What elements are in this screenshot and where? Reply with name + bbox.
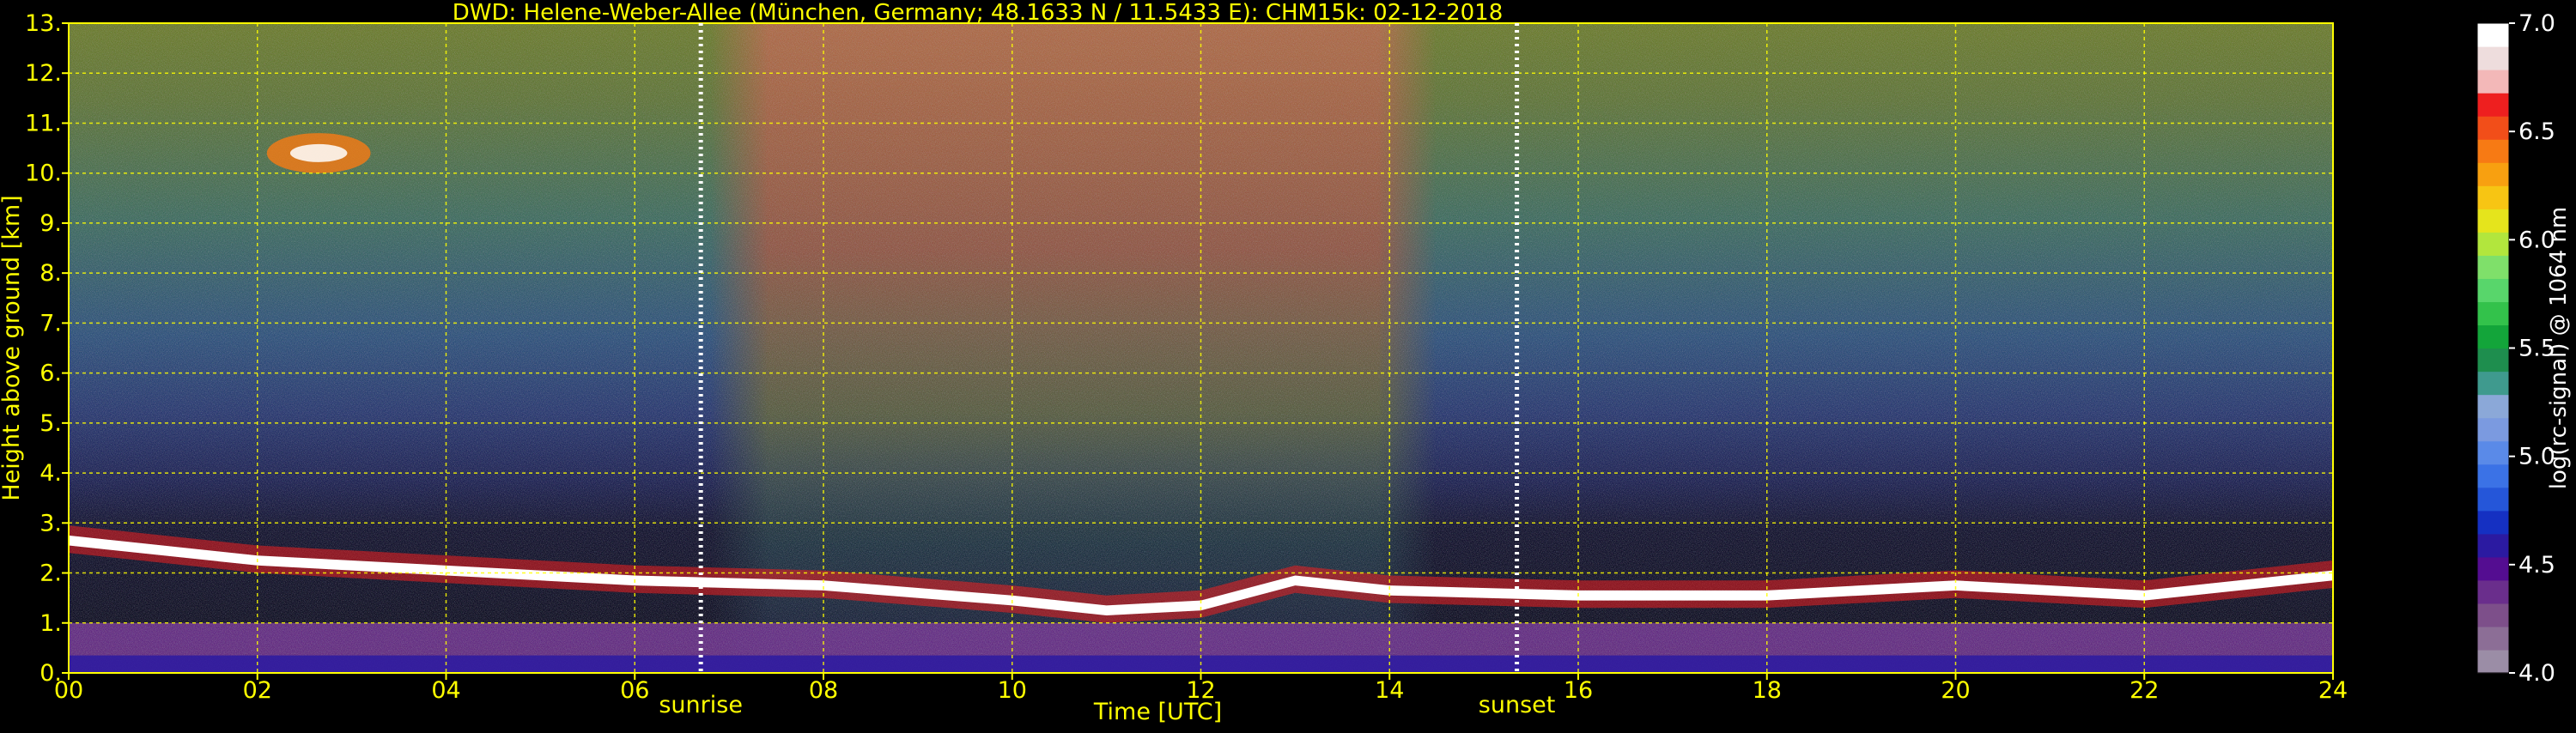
colorbar-segment — [2477, 93, 2509, 117]
colorbar-segment — [2477, 348, 2509, 373]
colorbar-segment — [2477, 301, 2509, 326]
plot-area — [69, 23, 2333, 673]
colorbar-segment — [2477, 23, 2509, 47]
colorbar-segment — [2477, 626, 2509, 651]
x-tick-label: 06 — [620, 677, 649, 704]
sun-marker-label: sunset — [1479, 692, 1556, 718]
colorbar-segment — [2477, 232, 2509, 256]
x-tick-label: 22 — [2129, 677, 2159, 704]
colorbar-segment — [2477, 394, 2509, 419]
x-axis-label: Time [UTC] — [1093, 699, 1222, 725]
colorbar-segment — [2477, 185, 2509, 209]
colorbar-segment — [2477, 440, 2509, 465]
colorbar-segment — [2477, 70, 2509, 94]
y-tick-label: 13. — [25, 10, 62, 37]
y-tick-label: 11. — [25, 110, 62, 136]
y-tick-label: 4. — [39, 460, 62, 487]
colorbar-segment — [2477, 324, 2509, 349]
x-tick-label: 14 — [1375, 677, 1404, 704]
x-tick-label: 24 — [2318, 677, 2348, 704]
colorbar-segment — [2477, 579, 2509, 604]
y-tick-label: 9. — [39, 210, 62, 237]
colorbar-segment — [2477, 139, 2509, 163]
x-tick-label: 04 — [431, 677, 460, 704]
colorbar-segment — [2477, 255, 2509, 279]
chart-title: DWD: Helene-Weber-Allee (München, German… — [453, 0, 1504, 26]
colorbar-tick-label: 7.0 — [2518, 10, 2555, 37]
x-tick-label: 20 — [1941, 677, 1970, 704]
y-tick-label: 12. — [25, 60, 62, 87]
colorbar-segment — [2477, 603, 2509, 627]
colorbar-segment — [2477, 278, 2509, 303]
y-tick-label: 5. — [39, 410, 62, 437]
ceilometer-figure: DWD: Helene-Weber-Allee (München, German… — [0, 0, 2576, 730]
sun-marker-label: sunrise — [659, 692, 743, 718]
colorbar-segment — [2477, 371, 2509, 396]
colorbar-segment — [2477, 533, 2509, 558]
x-tick-label: 10 — [998, 677, 1027, 704]
y-tick-label: 3. — [39, 510, 62, 536]
y-tick-label: 8. — [39, 260, 62, 287]
x-tick-label: 16 — [1564, 677, 1593, 704]
y-tick-label: 2. — [39, 560, 62, 587]
y-tick-label: 6. — [39, 360, 62, 387]
colorbar-segment — [2477, 556, 2509, 581]
upper-cloud-core — [289, 143, 348, 162]
colorbar: 4.04.55.05.56.06.57.0 — [2476, 10, 2555, 687]
x-tick-label: 18 — [1753, 677, 1782, 704]
y-tick-label: 0. — [39, 660, 62, 687]
y-tick-label: 7. — [39, 310, 62, 336]
colorbar-segment — [2477, 209, 2509, 233]
colorbar-segment — [2477, 116, 2509, 140]
y-tick-label: 1. — [39, 610, 62, 637]
colorbar-segment — [2477, 417, 2509, 442]
colorbar-label: log(rc-signal) @ 1064 nm — [2546, 207, 2572, 489]
y-tick-label: 10. — [25, 161, 62, 187]
colorbar-segment — [2477, 487, 2509, 512]
colorbar-tick-label: 6.5 — [2518, 118, 2555, 145]
colorbar-segment — [2477, 46, 2509, 70]
y-axis-label: Height above ground [km] — [0, 195, 25, 500]
y-axis: 0. 1. 2. 3. 4. 5. 6. 7. 8. 9. 10. 11. 12. 13. — [25, 10, 69, 687]
chart-svg: DWD: Helene-Weber-Allee (München, German… — [0, 0, 2572, 725]
colorbar-segment — [2477, 162, 2509, 186]
colorbar-segment — [2477, 649, 2509, 674]
x-tick-label: 08 — [809, 677, 838, 704]
colorbar-segment — [2477, 463, 2509, 488]
colorbar-segment — [2477, 510, 2509, 535]
colorbar-tick-label: 4.0 — [2518, 660, 2555, 687]
x-tick-label: 02 — [243, 677, 272, 704]
colorbar-tick-label: 4.5 — [2518, 552, 2555, 579]
